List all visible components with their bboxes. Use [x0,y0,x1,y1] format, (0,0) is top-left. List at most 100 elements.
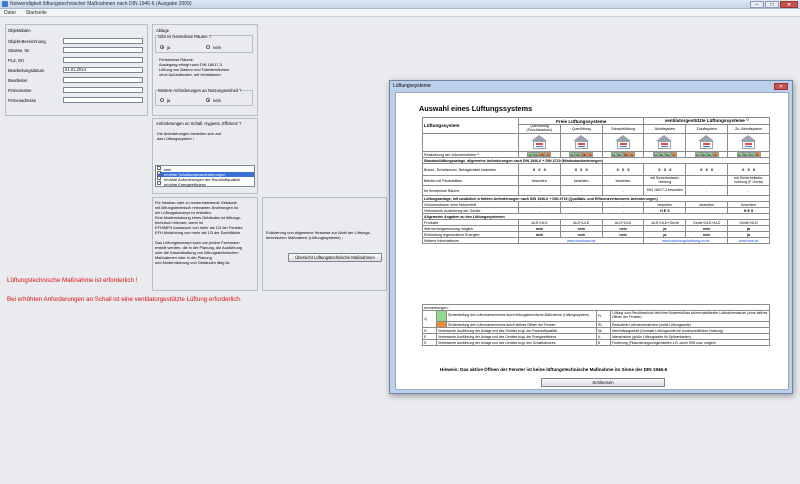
schliessen-button[interactable]: Schliessen [541,378,665,387]
label-firmenname: Firmenname [8,88,32,93]
dialog-titlebar: Lüftungssysteme [390,81,792,91]
label-nein-2: nein [213,98,221,103]
anm-key: 1) [422,310,437,328]
sub-zuluft: Zuluftsystem [685,124,729,134]
radio-nein-1[interactable] [206,45,210,49]
x-mark: X X X [727,163,770,176]
radio-nein-2[interactable] [206,98,210,102]
dialog-heading: Auswahl eines Lüftungssystems [419,104,533,113]
erlaeuterung-line-2: technischen Maßnahme (Lüftungssysteme) : [266,235,343,240]
link-wohnungslueftung[interactable]: www.wohnungslueftung-ev.de [643,237,729,244]
fenster-val: - [685,185,729,196]
anm-abbr-text: Förderung (Finanzierungsmöglichkeiten z.… [610,339,770,346]
datum-input[interactable]: 21.01.2014 [63,67,143,73]
check-energie[interactable] [157,181,161,185]
green-swatch [436,310,447,322]
label-ja-1: ja [167,45,171,50]
objekt-input[interactable] [63,38,143,44]
col-vent: ventilatorgestützte Lüftungssysteme ¹⁾ [643,117,770,125]
info-fensterlos-4: ohne Außenfenster, mit Ventilatoren [159,72,221,77]
firmenadresse-input[interactable] [63,97,143,103]
fenster-val: - [518,185,561,196]
anm-abbr-text: Lüftung zum Feuchteschutz bei/ohne Nutze… [610,310,770,322]
col-system: Lüftungssystem [422,117,519,134]
anforderungen-q2: das Lüftungssystem ! [157,136,194,141]
anm-abbr: $ [596,339,611,346]
link-hea[interactable]: www.hea.de [727,237,770,244]
anm-text: Sicherstellung des Luftvolumenstroms dur… [446,310,597,322]
x-mark: X X X [601,163,645,176]
dialog-title: Lüftungssysteme [393,83,431,89]
message-schall: Bei erhöhten Anforderungen an Schall ist… [7,296,242,303]
label-ja-2: ja [167,98,171,103]
x-mark: X X X [559,163,603,176]
check-kein[interactable] [157,166,161,170]
house-icon [559,133,603,152]
label-nein-1: nein [213,45,221,50]
minimize-button[interactable]: – [750,1,764,8]
dialog-body: Auswahl eines Lüftungssystems Lüftungssy… [395,92,789,390]
anm-text: Verbesserte Ausführung der Anlage und de… [436,339,597,346]
feuer-val: mit Sicherheitsein-richtung (F-Gerät) [727,175,770,186]
sub-zuabluft: Zu-/Abluftsystem [727,124,770,134]
sub-schacht: Schachtlüftung [601,124,645,134]
erlaeuterung-panel [262,197,387,291]
app-icon [2,1,8,7]
anforderungen-listbox[interactable]: kein erhöhte Schallschutzanforderungen e… [155,165,255,187]
info-line-12: und Modernisierung von Gebäuden tätig is… [155,260,231,265]
row-brand: Brand-, Schallschutz, Behaglichkeit beac… [422,163,519,176]
label-firmenadresse: Firmenadresse [8,98,36,103]
radio-ja-2[interactable] [160,98,164,102]
menu-startseite[interactable]: Startseite [26,10,47,16]
dialog-close-icon[interactable]: ✕ [774,83,788,90]
window-title: Notwendigkeit lüftungstechnischer Maßnah… [10,1,192,7]
fenster-val: - [727,185,770,196]
feuer-val: beachten [601,175,645,186]
message-required: Lüftungstechnische Maßnahme ist erforder… [7,277,138,284]
list-item-energie[interactable]: erhöhte Energieeffizienz [157,182,254,187]
close-window-button[interactable]: ✕ [780,1,798,8]
menu-datei[interactable]: Datei [4,10,16,16]
link-winkhaus[interactable]: www.winkhaus.de [517,237,645,244]
x-mark: X X X [643,163,687,176]
maximize-button[interactable]: □ [765,1,779,8]
firmenname-input[interactable] [63,87,143,93]
strasse-input[interactable] [63,47,143,53]
fenster-val: - [559,185,603,196]
anmerkungen-table: Anmerkungen: 1) Sicherstellung des Luftv… [422,304,770,346]
bearbeiter-input[interactable] [63,77,143,83]
x-mark: X X X [685,163,729,176]
window-titlebar: Notwendigkeit lüftungstechnischer Maßnah… [0,0,800,9]
row-weitere: Weitere Informationen [422,237,519,244]
check-schall[interactable] [157,171,161,176]
feuer-val: mit Sicherheitsein-richtung [643,175,687,186]
check-raumluft[interactable] [157,176,161,180]
plz-input[interactable] [63,57,143,63]
label-datum: Bearbeitungsdatum [8,68,45,73]
col-free: Freie Lüftungssysteme [517,117,645,125]
lueftungssysteme-dialog: Lüftungssysteme ✕ Auswahl eines Lüftungs… [389,80,793,394]
menu-bar: Datei Startseite [0,9,800,17]
anm-abbr: FL [596,310,611,322]
x-mark: X X X [518,163,561,176]
radio-ja-1[interactable] [160,45,164,49]
fenster-val: - [601,185,645,196]
q-fensterlos: Gibt es fensterlose Räume ? [158,34,212,39]
fenster-val: DIN 18017-3 beachten [643,185,687,196]
anforderungen-title: Anforderungen an Schall, Hygiene, Effizi… [156,121,242,126]
house-spacer [422,133,519,152]
house-icon [518,133,561,152]
object-title: Objektdaten [8,28,31,33]
house-icon [643,133,687,152]
feuer-val [685,175,729,186]
ablage-title: Ablage [156,28,170,33]
sub-quer-feuchte: Querlüftung (Feuchteschutz) [518,124,561,134]
label-bearbeiter: Bearbeiter [8,78,28,83]
systems-table: Lüftungssystem Freie Lüftungssysteme ven… [422,117,770,244]
house-icon [685,133,729,152]
house-icon [601,133,645,152]
row-fensterlos: für fensterlose Räume [422,185,519,196]
label-objekt: Objekt-Bezeichnung [8,39,46,44]
uebersicht-button[interactable]: Übersicht Lüftungstechnische Maßnahmen [288,253,382,262]
info-line-7: EFH Abdichtung von mehr als 1/3 der Dach… [155,230,241,235]
